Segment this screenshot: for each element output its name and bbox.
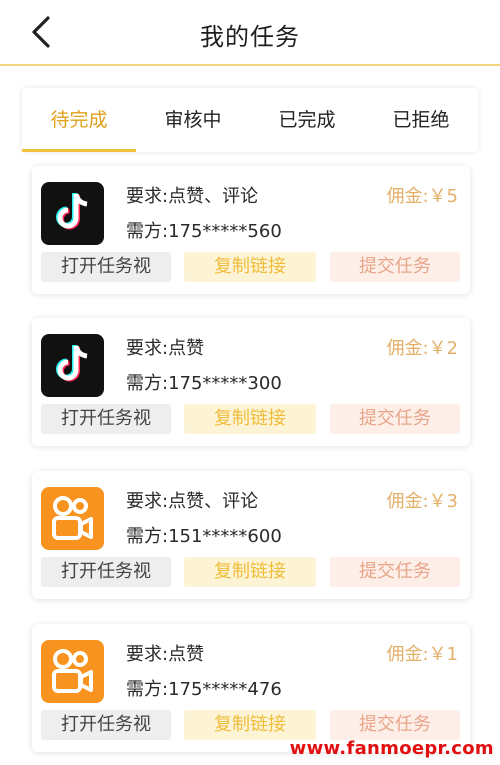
header: 我的任务: [0, 0, 500, 66]
tab-completed[interactable]: 已完成: [250, 88, 364, 152]
task-fee: 佣金:￥3: [386, 491, 458, 512]
submit-task-button[interactable]: 提交任务: [330, 404, 460, 434]
tiktok-icon: [41, 334, 104, 397]
task-status-tabs: 待完成 审核中 已完成 已拒绝: [22, 88, 478, 152]
open-task-button[interactable]: 打开任务视: [41, 252, 171, 282]
copy-link-button[interactable]: 复制链接: [184, 252, 316, 282]
task-requirement: 要求:点赞: [126, 338, 205, 359]
open-task-button[interactable]: 打开任务视: [41, 710, 171, 740]
watermark-text: www.fanmoepr.com: [289, 738, 494, 759]
task-card: 要求:点赞、评论 需方:151*****600 佣金:￥3 打开任务视 复制链接…: [32, 471, 470, 599]
open-task-button[interactable]: 打开任务视: [41, 404, 171, 434]
task-requester: 需方:175*****300: [126, 373, 282, 394]
task-requirement: 要求:点赞、评论: [126, 491, 259, 512]
task-requester: 需方:175*****476: [126, 679, 282, 700]
tab-pending[interactable]: 待完成: [22, 88, 136, 152]
submit-task-button[interactable]: 提交任务: [330, 710, 460, 740]
task-requester: 需方:175*****560: [126, 221, 282, 242]
page-title: 我的任务: [200, 23, 300, 51]
open-task-button[interactable]: 打开任务视: [41, 557, 171, 587]
tab-reviewing[interactable]: 审核中: [136, 88, 250, 152]
task-fee: 佣金:￥5: [386, 186, 458, 207]
kuaishou-icon: [41, 487, 104, 550]
task-requirement: 要求:点赞: [126, 644, 205, 665]
copy-link-button[interactable]: 复制链接: [184, 710, 316, 740]
task-requirement: 要求:点赞、评论: [126, 186, 259, 207]
kuaishou-icon: [41, 640, 104, 703]
submit-task-button[interactable]: 提交任务: [330, 252, 460, 282]
task-card: 要求:点赞、评论 需方:175*****560 佣金:￥5 打开任务视 复制链接…: [32, 166, 470, 294]
task-requester: 需方:151*****600: [126, 526, 282, 547]
task-card: 要求:点赞 需方:175*****476 佣金:￥1 打开任务视 复制链接 提交…: [32, 624, 470, 752]
task-fee: 佣金:￥1: [386, 644, 458, 665]
submit-task-button[interactable]: 提交任务: [330, 557, 460, 587]
copy-link-button[interactable]: 复制链接: [184, 404, 316, 434]
tab-rejected[interactable]: 已拒绝: [364, 88, 478, 152]
task-card: 要求:点赞 需方:175*****300 佣金:￥2 打开任务视 复制链接 提交…: [32, 318, 470, 446]
task-fee: 佣金:￥2: [386, 338, 458, 359]
tiktok-icon: [41, 182, 104, 245]
copy-link-button[interactable]: 复制链接: [184, 557, 316, 587]
